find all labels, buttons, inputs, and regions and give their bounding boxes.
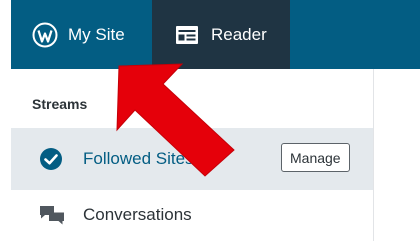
- tab-my-site-label: My Site: [68, 24, 125, 44]
- tab-reader[interactable]: Reader: [152, 0, 290, 69]
- sidebar-item-conversations[interactable]: Conversations: [11, 190, 373, 241]
- manage-button[interactable]: Manage: [281, 143, 350, 172]
- content-pane: [374, 69, 420, 241]
- sidebar-item-label: Conversations: [83, 205, 192, 224]
- tab-reader-label: Reader: [211, 24, 267, 44]
- window-edge: [0, 0, 11, 241]
- reader-sidebar: Streams Followed Sites Manage Conversati…: [11, 69, 373, 241]
- speech-bubbles-icon: [39, 204, 65, 226]
- sidebar-item-followed-sites[interactable]: Followed Sites Manage: [11, 128, 373, 190]
- wordpress-logo-icon: [32, 22, 58, 48]
- sidebar-item-label: Followed Sites: [83, 149, 194, 168]
- checkmark-circle-icon: [39, 147, 63, 171]
- reader-icon: [175, 25, 199, 45]
- section-title-streams: Streams: [32, 96, 88, 112]
- tab-my-site[interactable]: My Site: [11, 0, 152, 69]
